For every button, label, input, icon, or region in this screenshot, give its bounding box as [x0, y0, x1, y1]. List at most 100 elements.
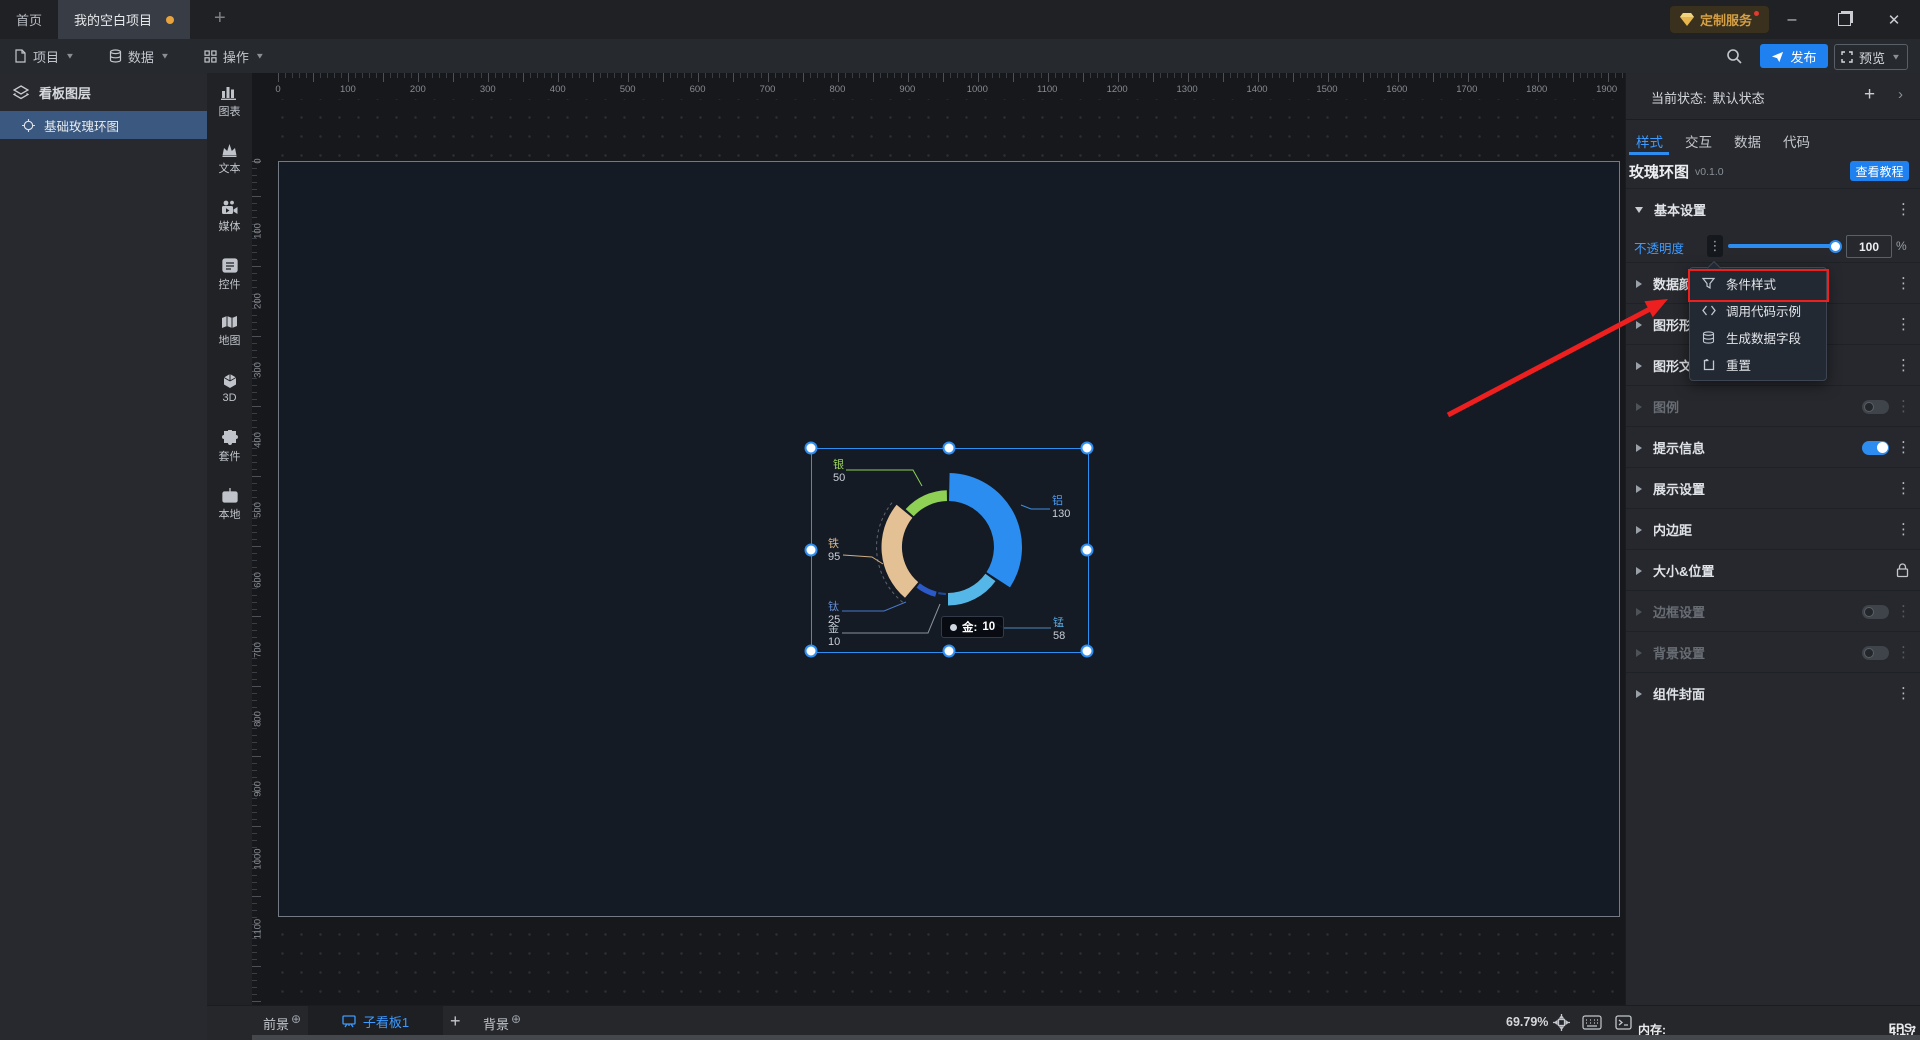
zoom-percent[interactable]: 69.79% — [1506, 1015, 1548, 1029]
selection-handle[interactable] — [942, 644, 956, 658]
context-menu-item-3[interactable]: 生成数据字段 — [1690, 324, 1826, 351]
section-大小&位置[interactable]: 大小&位置 — [1626, 549, 1920, 591]
board-tab[interactable]: 子看板1 — [308, 1006, 443, 1037]
kebab-menu-icon[interactable]: ⋮ — [1896, 440, 1911, 455]
section-背景设置[interactable]: 背景设置 ⋮ — [1626, 631, 1920, 673]
section-label: 背景设置 — [1653, 646, 1706, 661]
background-label: 背景 — [483, 1017, 510, 1032]
section-toggle[interactable] — [1862, 440, 1889, 455]
selection-handle[interactable] — [1080, 543, 1094, 556]
selection-handle[interactable] — [1080, 441, 1094, 455]
panel-tab-3[interactable]: 数据 — [1734, 131, 1761, 151]
project-tab-2[interactable]: 我的空白项目 — [58, 0, 191, 39]
selection-handle[interactable] — [804, 644, 818, 658]
context-menu-item-4[interactable]: 重置 — [1690, 351, 1826, 378]
doc-icon — [14, 49, 27, 63]
h-ruler-label: 900 — [899, 84, 916, 95]
kebab-menu-icon[interactable]: ⋮ — [1896, 522, 1911, 537]
publish-button[interactable]: 发布 — [1760, 44, 1828, 68]
kebab-menu-icon[interactable]: ⋮ — [1896, 604, 1911, 619]
opacity-slider-track[interactable] — [1728, 244, 1839, 248]
kebab-menu-icon[interactable]: ⋮ — [1896, 358, 1911, 373]
tool-图表[interactable]: 图表 — [207, 85, 252, 119]
section-basic-settings[interactable]: 基本设置 ⋮ — [1626, 188, 1920, 230]
selection-handle[interactable] — [942, 441, 956, 455]
menu-item-1[interactable]: 项目 ▼ — [4, 39, 85, 73]
section-label: 组件封面 — [1653, 687, 1706, 702]
tooltip-value: 10 — [982, 621, 996, 633]
crosshair-icon — [22, 118, 35, 132]
close-button[interactable]: ✕ — [1874, 0, 1914, 39]
preview-button[interactable]: 预览 ▼ — [1834, 44, 1908, 70]
bottom-scrollbar[interactable] — [252, 1035, 1920, 1040]
add-state-button[interactable]: + — [1864, 84, 1875, 106]
kebab-menu-icon[interactable]: ⋮ — [1896, 276, 1911, 291]
section-toggle[interactable] — [1862, 399, 1889, 414]
tool-套件[interactable]: 套件 — [207, 430, 252, 464]
circle-plus-icon[interactable]: ⊕ — [291, 1012, 301, 1026]
search-button[interactable] — [1722, 46, 1746, 66]
h-ruler-label: 400 — [549, 84, 566, 95]
v-ruler-label: 400 — [252, 432, 264, 449]
chart-tooltip: 金: 10 — [941, 616, 1005, 638]
h-ruler-label: 1100 — [1037, 84, 1058, 95]
opacity-value-input[interactable]: 100 — [1846, 235, 1892, 258]
h-ruler-label: 1300 — [1176, 84, 1198, 95]
selection-handle[interactable] — [804, 441, 818, 455]
new-project-tab-button[interactable]: + — [200, 7, 240, 30]
project-tab-1[interactable]: 首页 — [0, 0, 58, 39]
section-toggle[interactable] — [1862, 645, 1889, 660]
kebab-menu-icon[interactable]: ⋮ — [1896, 317, 1911, 332]
selection-handle[interactable] — [804, 543, 818, 556]
section-提示信息[interactable]: 提示信息 ⋮ — [1626, 426, 1920, 468]
window-tab-bar — [0, 0, 1920, 39]
opacity-kebab-button[interactable]: ⋮ — [1707, 235, 1723, 257]
section-图例[interactable]: 图例 ⋮ — [1626, 385, 1920, 427]
lock-icon[interactable] — [1896, 563, 1909, 578]
section-展示设置[interactable]: 展示设置 ⋮ — [1626, 467, 1920, 509]
kebab-menu-icon[interactable]: ⋮ — [1896, 645, 1911, 660]
tool-媒体[interactable]: 媒体 — [207, 200, 252, 234]
图表-icon — [207, 85, 252, 100]
add-board-button[interactable]: + — [450, 1011, 461, 1032]
maximize-icon — [1837, 13, 1851, 26]
menu-item-3[interactable]: 操作 ▼ — [194, 39, 275, 73]
section-边框设置[interactable]: 边框设置 ⋮ — [1626, 590, 1920, 632]
active-tab-underline — [1629, 152, 1669, 155]
tool-地图[interactable]: 地图 — [207, 315, 252, 348]
tool-label: 3D — [222, 391, 237, 404]
tool-控件[interactable]: 控件 — [207, 257, 252, 292]
expand-states-button[interactable]: › — [1898, 86, 1903, 103]
panel-tab-2[interactable]: 交互 — [1685, 131, 1712, 151]
maximize-button[interactable] — [1824, 0, 1864, 39]
section-内边距[interactable]: 内边距 ⋮ — [1626, 508, 1920, 550]
caret-right-icon — [1636, 689, 1642, 698]
circle-plus-icon[interactable]: ⊕ — [511, 1012, 521, 1026]
tool-3D[interactable]: 3D — [207, 373, 252, 404]
section-toggle[interactable] — [1862, 604, 1889, 619]
kebab-menu-icon[interactable]: ⋮ — [1896, 399, 1911, 414]
menu-item-2[interactable]: 数据 ▼ — [99, 39, 180, 73]
kebab-menu-icon[interactable]: ⋮ — [1896, 202, 1911, 217]
section-组件封面[interactable]: 组件封面 ⋮ — [1626, 672, 1920, 714]
custom-service-badge[interactable]: 定制服务 — [1670, 6, 1770, 33]
fit-screen-button[interactable] — [1550, 1011, 1572, 1033]
properties-panel: 当前状态: 默认状态 + › 样式 交互 数据 代码 玫瑰环图 v0.1.0 查看教程… — [1625, 73, 1920, 1005]
tool-本地[interactable]: 本地 — [207, 487, 252, 522]
selection-handle[interactable] — [1080, 644, 1094, 658]
panel-tab-4[interactable]: 代码 — [1783, 131, 1810, 151]
minimize-button[interactable]: – — [1772, 0, 1812, 39]
kebab-menu-icon[interactable]: ⋮ — [1896, 481, 1911, 496]
kebab-menu-icon[interactable]: ⋮ — [1896, 686, 1911, 701]
h-ruler-label: 1400 — [1246, 84, 1268, 95]
shortcut-keys-button[interactable] — [1579, 1011, 1605, 1033]
layer-item-label: 基础玫瑰环图 — [44, 119, 120, 134]
tool-文本[interactable]: 文本 — [207, 143, 252, 176]
layer-item-1[interactable]: 基础玫瑰环图 — [0, 111, 207, 139]
h-ruler-label: 1800 — [1526, 84, 1548, 95]
background-control[interactable]: 背景 ⊕ — [483, 1012, 521, 1033]
foreground-control[interactable]: 前景 ⊕ — [263, 1012, 301, 1033]
opacity-slider-thumb[interactable] — [1829, 240, 1842, 253]
panel-tab-1[interactable]: 样式 — [1636, 131, 1663, 151]
tutorial-button[interactable]: 查看教程 — [1850, 161, 1909, 181]
